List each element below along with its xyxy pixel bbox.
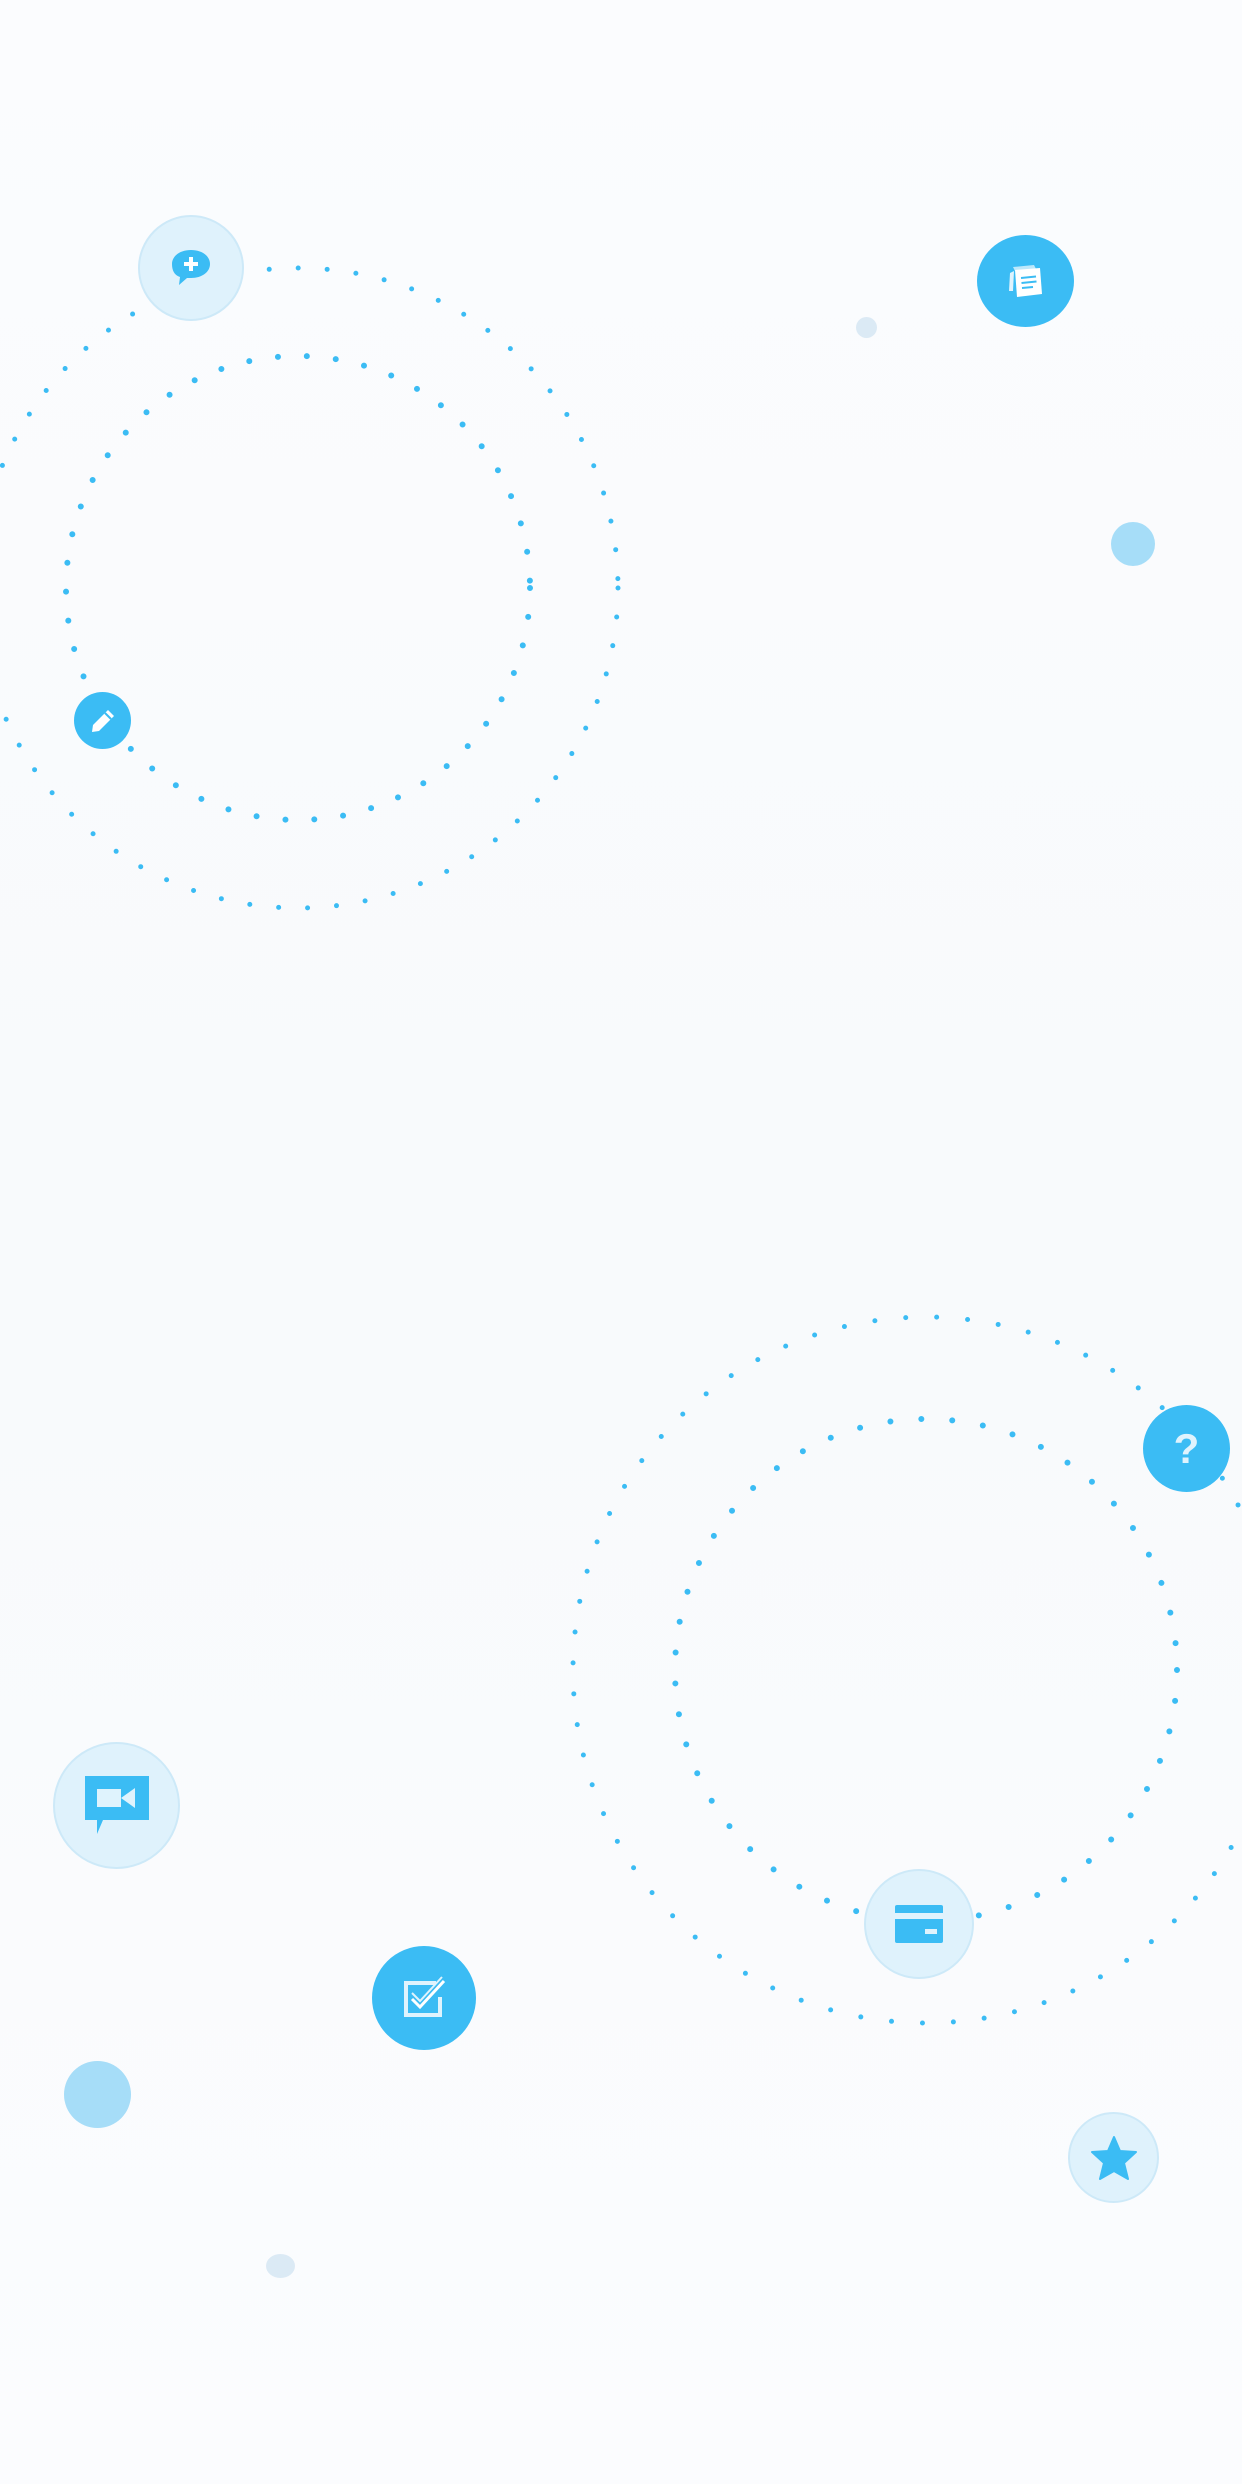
orbit-rings [0,265,1242,2026]
orbit-ring-top-outer [0,265,621,911]
checklist-icon [404,1976,446,2017]
pencil-badge [74,692,131,749]
decor-dot [266,2254,295,2278]
orbit-ring-bottom-inner [672,1416,1180,1924]
credit-card-badge [864,1869,974,1979]
notes-icon [1008,265,1042,297]
add-comment-badge [138,215,244,321]
pencil-icon [91,709,114,732]
add-comment-icon [172,250,210,285]
credit-card-icon [895,1905,943,1943]
help-icon: ? [1173,1424,1200,1472]
video-chat-badge [53,1742,180,1869]
star-icon [1090,2135,1137,2180]
video-chat-icon [84,1775,149,1834]
star-badge [1068,2112,1159,2203]
decor-dot [64,2061,131,2128]
decor-dot [856,317,877,338]
checklist-badge [372,1946,476,2050]
notes-badge [977,235,1074,327]
help-badge: ? [1143,1405,1230,1492]
decor-dot [1111,522,1155,566]
orbit-ring-top-inner [63,353,533,823]
